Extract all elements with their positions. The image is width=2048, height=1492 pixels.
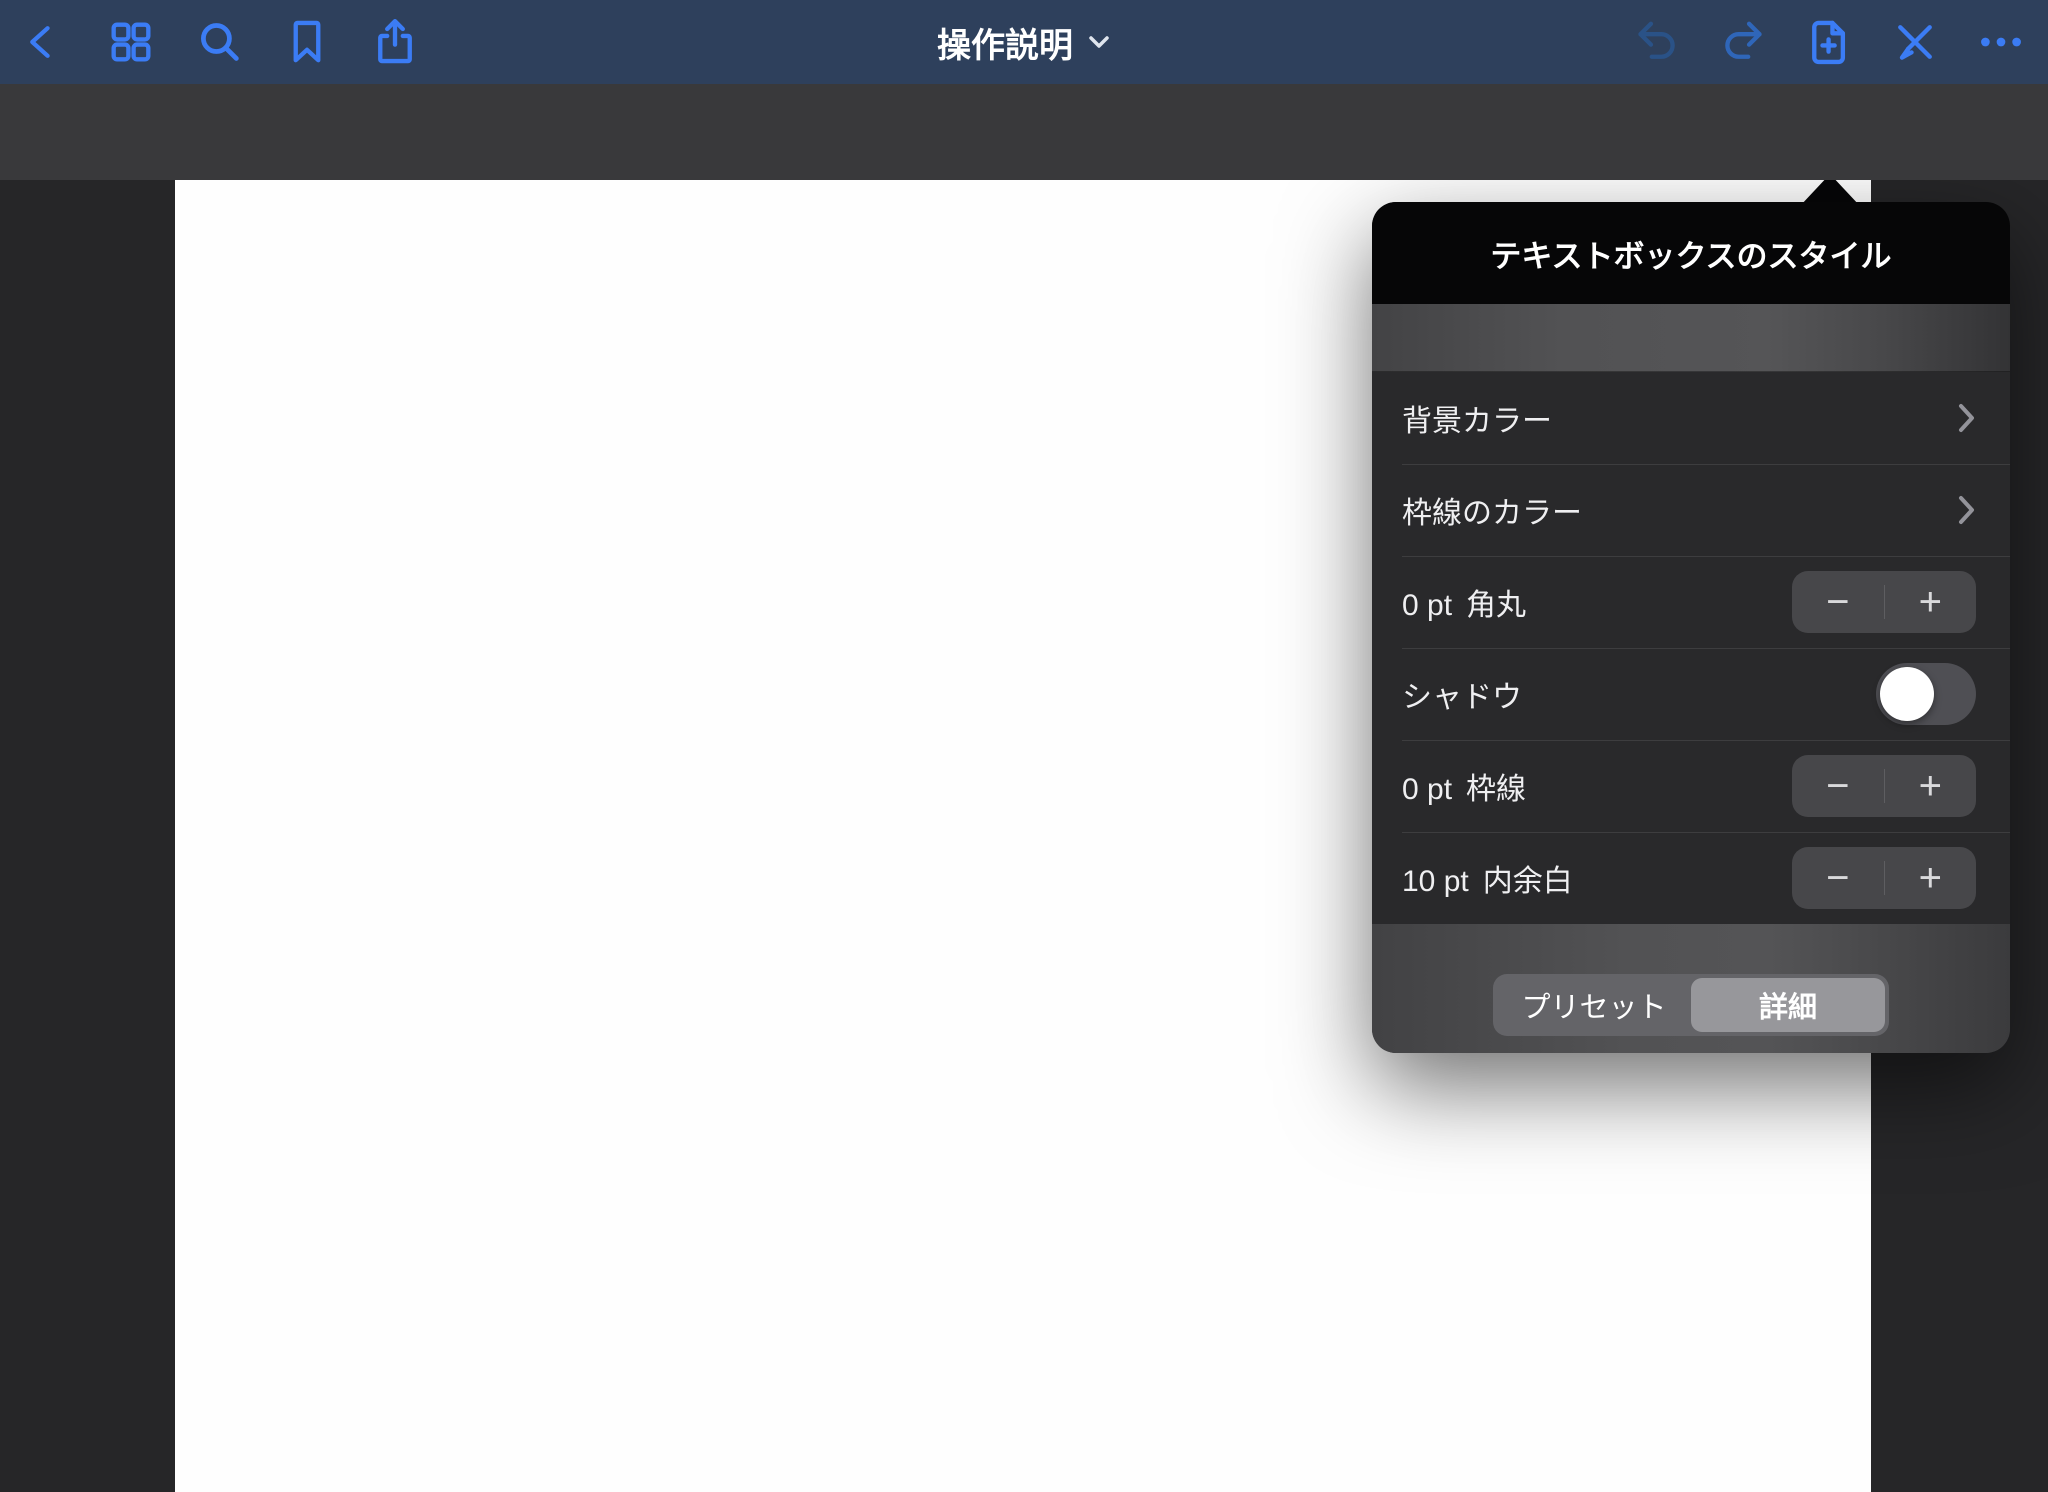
nav-right-group [1631, 0, 2027, 84]
corner-radius-value: 0 pt [1402, 589, 1452, 623]
add-page-icon [1803, 16, 1855, 68]
row-label: 角丸 [1466, 580, 1526, 624]
toggle-knob [1880, 667, 1934, 721]
more-icon [1975, 16, 2027, 68]
popover-title: テキストボックスのスタイル [1372, 202, 2010, 304]
plus-button[interactable]: + [1885, 755, 1977, 817]
search-button[interactable] [193, 16, 245, 68]
share-button[interactable] [369, 16, 421, 68]
style-preview-band [1372, 304, 2010, 372]
disclosure-chevron-icon [1958, 495, 1976, 525]
redo-button[interactable] [1717, 16, 1769, 68]
bookmark-icon [281, 16, 333, 68]
undo-icon [1631, 16, 1683, 68]
border-width-stepper: − + [1792, 755, 1976, 817]
border-width-value: 0 pt [1402, 773, 1452, 807]
thumbnails-grid-icon [105, 16, 157, 68]
back-button[interactable] [17, 16, 69, 68]
share-icon [369, 16, 421, 68]
row-corner-radius: 0 pt 角丸 − + [1372, 556, 2010, 648]
row-label: 枠線 [1466, 764, 1526, 808]
minus-button[interactable]: − [1792, 755, 1884, 817]
row-shadow: シャドウ [1372, 648, 2010, 740]
document-title: 操作説明 [937, 18, 1073, 67]
row-border-color[interactable]: 枠線のカラー [1372, 464, 2010, 556]
minus-button[interactable]: − [1792, 571, 1884, 633]
preset-detail-segmented-control: プリセット 詳細 [1493, 974, 1889, 1036]
back-icon [20, 16, 66, 68]
plus-button[interactable]: + [1885, 571, 1977, 633]
row-padding: 10 pt 内余白 − + [1372, 832, 2010, 924]
bookmark-button[interactable] [281, 16, 333, 68]
row-background-color[interactable]: 背景カラー [1372, 372, 2010, 464]
detail-tab[interactable]: 詳細 [1691, 978, 1885, 1032]
row-label: シャドウ [1402, 672, 1522, 716]
row-border-width: 0 pt 枠線 − + [1372, 740, 2010, 832]
thumbnails-button[interactable] [105, 16, 157, 68]
search-icon [193, 16, 245, 68]
row-label: 内余白 [1483, 856, 1573, 900]
add-page-button[interactable] [1803, 16, 1855, 68]
nav-left-group [17, 0, 421, 84]
more-button[interactable] [1975, 16, 2027, 68]
popover-footer: プリセット 詳細 [1372, 924, 2010, 1053]
padding-stepper: − + [1792, 847, 1976, 909]
goodnotes-screen: 操作説明 [0, 0, 2048, 1492]
top-navigation-bar: 操作説明 [0, 0, 2048, 84]
shadow-toggle[interactable] [1876, 663, 1976, 725]
row-label: 背景カラー [1402, 396, 1552, 440]
title-chevron-down-icon [1087, 34, 1111, 50]
preset-tab[interactable]: プリセット [1497, 978, 1691, 1032]
minus-button[interactable]: − [1792, 847, 1884, 909]
redo-icon [1717, 16, 1769, 68]
stop-editing-icon [1889, 16, 1941, 68]
disclosure-chevron-icon [1958, 403, 1976, 433]
stop-editing-button[interactable] [1889, 16, 1941, 68]
tools-toolbar [0, 84, 2048, 180]
padding-value: 10 pt [1402, 865, 1469, 899]
textbox-style-popover: テキストボックスのスタイル 背景カラー 枠線のカラー 0 pt 角丸 [1372, 202, 2010, 1053]
corner-radius-stepper: − + [1792, 571, 1976, 633]
undo-button[interactable] [1631, 16, 1683, 68]
plus-button[interactable]: + [1885, 847, 1977, 909]
row-label: 枠線のカラー [1402, 488, 1582, 532]
